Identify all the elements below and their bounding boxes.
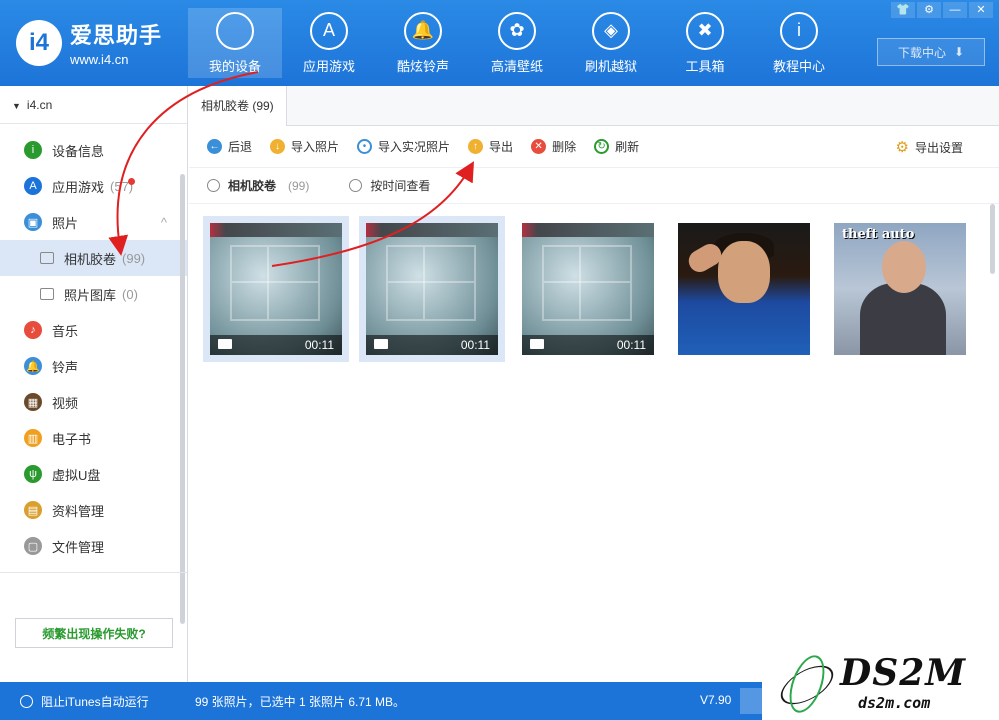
import-photo-icon: ↓ [270,139,286,154]
sidebar-scrollbar[interactable] [180,174,185,624]
watermark-url: ds2m.com [858,694,931,712]
close-icon[interactable]: ✕ [969,2,993,18]
photo-thumbnail[interactable] [671,216,817,362]
version-label: V7.90 [700,693,732,707]
sidebar-item-5[interactable]: ♪ 音乐 [0,312,187,348]
photo-overlay-text: theft auto [842,227,915,242]
minimize-icon[interactable]: — [943,2,967,18]
sidebar-item-0[interactable]: i 设备信息 [0,132,187,168]
logo-url: www.i4.cn [70,52,129,67]
export-settings-button[interactable]: ⚙ 导出设置 [896,138,963,156]
download-center-button[interactable]: 下载中心 ⬇ [877,38,985,66]
back-button[interactable]: ← 后退 [207,138,252,155]
main-nav: 我的设备 A 应用游戏 🔔 酷炫铃声 ✿ 高清壁纸 ◈ 刷机越狱 ✖ 工具箱 i 教程中心 [188,8,846,78]
sidebar-icon-2: ▣ [24,213,42,231]
settings-icon[interactable]: ⚙ [917,2,941,18]
view-filter: 相机胶卷 (99) 按时间查看 [189,168,999,204]
sidebar-item-10[interactable]: ▤ 资料管理 [0,492,187,528]
sidebar-item-8[interactable]: ▥ 电子书 [0,420,187,456]
nav-item-2[interactable]: 🔔 酷炫铃声 [376,8,470,78]
selection-status: 99 张照片，已选中 1 张照片 6.71 MB。 [195,695,406,709]
video-camera-icon [530,339,544,349]
video-duration: 00:11 [460,338,490,352]
sidebar-icon-0: i [24,141,42,159]
sidebar-icon-1: A [24,177,42,195]
video-camera-icon [374,339,388,349]
sidebar-item-3[interactable]: 相机胶卷 (99) [0,240,187,276]
delete-icon: ✕ [531,139,547,154]
nav-item-6[interactable]: i 教程中心 [752,8,846,78]
tools-icon: ✖ [686,11,724,50]
folder-icon [40,288,54,300]
sidebar-icon-5: ♪ [24,321,42,339]
photo-thumbnail[interactable]: theft auto [827,216,973,362]
skin-icon[interactable]: 👕 [891,2,915,18]
sidebar-icon-7: ▦ [24,393,42,411]
export-button[interactable]: ↑ 导出 [468,138,513,155]
back-arrow-icon: ← [207,139,222,154]
photo-thumbnail[interactable]: 00:11 [515,216,661,362]
sidebar-icon-6: 🔔 [24,357,42,375]
delete-button[interactable]: ✕ 删除 [531,138,576,155]
refresh-icon: ↻ [594,139,610,154]
photo-grid: 00:11 00:11 00:11 theft auto [203,216,983,362]
bell-icon: 🔔 [404,11,442,50]
nav-item-3[interactable]: ✿ 高清壁纸 [470,8,564,78]
sidebar-item-1[interactable]: A 应用游戏 (57) [0,168,187,204]
sidebar-item-2[interactable]: ▣ 照片 ^ [0,204,187,240]
export-icon: ↑ [468,139,484,154]
video-duration: 00:11 [616,338,646,352]
gear-icon: ⚙ [895,139,909,156]
chevron-up-icon[interactable]: ^ [161,215,167,230]
flower-icon: ✿ [498,11,536,50]
window-controls: 👕 ⚙ — ✕ [889,2,993,18]
import-photo-button[interactable]: ↓ 导入照片 [270,138,339,155]
refresh-button[interactable]: ↻ 刷新 [594,138,639,155]
dropbox-icon: ◈ [592,11,630,50]
sidebar-item-6[interactable]: 🔔 铃声 [0,348,187,384]
import-live-photo-button[interactable]: • 导入实况照片 [357,138,450,155]
notification-dot [128,178,135,185]
sidebar-item-7[interactable]: ▦ 视频 [0,384,187,420]
chevron-down-icon: ▼ [12,101,21,111]
app-store-icon: A [310,11,348,50]
tab-camera-roll[interactable]: 相机胶卷 (99) [189,86,287,126]
sidebar-item-9[interactable]: ψ 虚拟U盘 [0,456,187,492]
sidebar-icon-11: ▢ [24,537,42,555]
nav-item-5[interactable]: ✖ 工具箱 [658,8,752,78]
nav-item-4[interactable]: ◈ 刷机越狱 [564,8,658,78]
watermark: DS2M ds2m.com [762,648,999,720]
video-duration: 00:11 [304,338,334,352]
photo-thumbnail[interactable]: 00:11 [203,216,349,362]
sidebar-icon-8: ▥ [24,429,42,447]
frequent-failure-help-button[interactable]: 频繁出现操作失败? [15,618,173,648]
sidebar-icon-9: ψ [24,465,42,483]
download-icon: ⬇ [953,45,965,59]
logo-name: 爱思助手 [70,23,163,48]
sidebar-item-11[interactable]: ▢ 文件管理 [0,528,187,564]
content-scrollbar[interactable] [990,204,995,274]
sidebar-icon-10: ▤ [24,501,42,519]
nav-item-0[interactable]: 我的设备 [188,8,282,78]
sidebar-list: i 设备信息 A 应用游戏 (57) ▣ 照片 ^ 相机胶卷 (99) 照片图库 (0) ♪ 音乐 🔔 铃声 ▦… [0,132,187,564]
filter-by-time-radio[interactable]: 按时间查看 [349,177,430,194]
main-content: 相机胶卷 (99) ← 后退 ↓ 导入照片 • 导入实况照片 ↑ 导出 ✕ 删除 ↻ 刷新 … [189,86,999,682]
top-header: i4 爱思助手 www.i4.cn 我的设备 A 应用游戏 🔔 酷炫铃声 ✿ 高清壁纸 ◈ 刷机… [0,0,999,86]
app-logo: i4 爱思助手 www.i4.cn [16,18,162,67]
logo-badge: i4 [16,19,62,66]
device-selector[interactable]: ▼ i4.cn [0,86,187,124]
toolbar: ← 后退 ↓ 导入照片 • 导入实况照片 ↑ 导出 ✕ 删除 ↻ 刷新 ⚙ 导出设置 [189,126,999,168]
filter-camera-roll-radio[interactable]: 相机胶卷 (99) [207,177,309,194]
folder-icon [40,252,54,264]
live-photo-icon: • [357,139,373,154]
photo-thumbnail[interactable]: 00:11 [359,216,505,362]
watermark-logo: DS2M [840,652,967,694]
sidebar: ▼ i4.cn i 设备信息 A 应用游戏 (57) ▣ 照片 ^ 相机胶卷 (99) 照片图库 (0)… [0,86,188,682]
info-icon: i [780,11,818,50]
block-itunes-toggle[interactable]: 阻止iTunes自动运行 [20,693,149,710]
video-camera-icon [218,339,232,349]
nav-item-1[interactable]: A 应用游戏 [282,8,376,78]
sidebar-item-4[interactable]: 照片图库 (0) [0,276,187,312]
apple-icon [216,11,254,50]
